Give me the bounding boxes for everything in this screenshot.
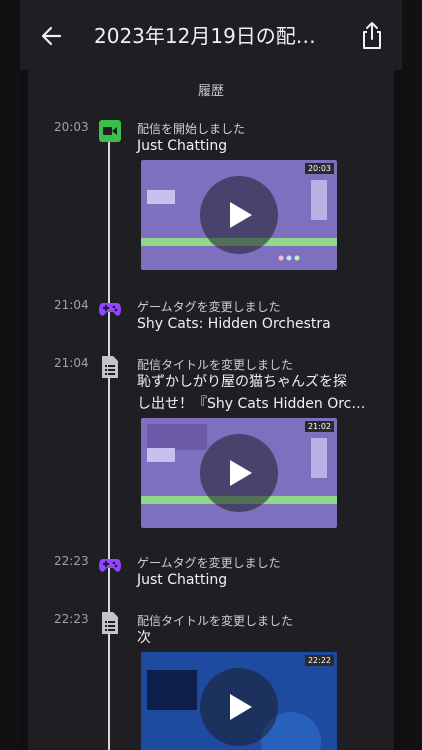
timeline-line [108,132,110,750]
document-icon [102,356,118,378]
play-button[interactable] [200,434,278,512]
left-margin [0,0,20,750]
stream-thumbnail[interactable]: 21:02 [141,418,337,528]
gamepad-icon [99,559,121,572]
play-button[interactable] [200,668,278,746]
event-time: 22:23 [54,612,89,626]
event-value: Shy Cats: Hidden Orchestra [137,316,331,332]
play-icon [230,460,252,486]
event-time: 21:04 [54,356,89,370]
event-value: 次 [137,630,151,646]
share-icon [363,22,381,49]
thumbnail-duration: 22:22 [304,655,334,666]
event-time: 20:03 [54,120,89,134]
thumbnail-duration: 20:03 [304,163,334,174]
app-header: 2023年12月19日の配… [20,0,402,70]
right-margin [402,0,422,750]
thumbnail-duration: 21:02 [304,421,334,432]
event-value: Just Chatting [137,572,228,588]
page-title: 2023年12月19日の配… [94,24,316,48]
gamepad-icon [99,303,121,316]
document-icon [102,612,118,634]
history-heading: 履歴 [197,84,224,99]
play-icon [230,694,252,720]
event-time: 21:04 [54,298,89,312]
event-value: Just Chatting [137,138,228,154]
stream-thumbnail[interactable]: 20:03 [141,160,337,270]
event-value-line2: し出せ！『Shy Cats Hidden Orc… [137,396,366,412]
video-camera-icon [99,120,121,142]
play-icon [230,202,252,228]
back-button[interactable] [38,22,66,50]
event-label: 配信タイトルを変更しました [137,614,294,628]
event-time: 22:23 [54,554,89,568]
stream-thumbnail[interactable]: 22:22 [141,652,337,750]
back-arrow-icon [41,26,62,46]
play-button[interactable] [200,176,278,254]
share-button[interactable] [358,20,386,52]
event-value-line1: 恥ずかしがり屋の猫ちゃんズを探 [137,374,347,390]
